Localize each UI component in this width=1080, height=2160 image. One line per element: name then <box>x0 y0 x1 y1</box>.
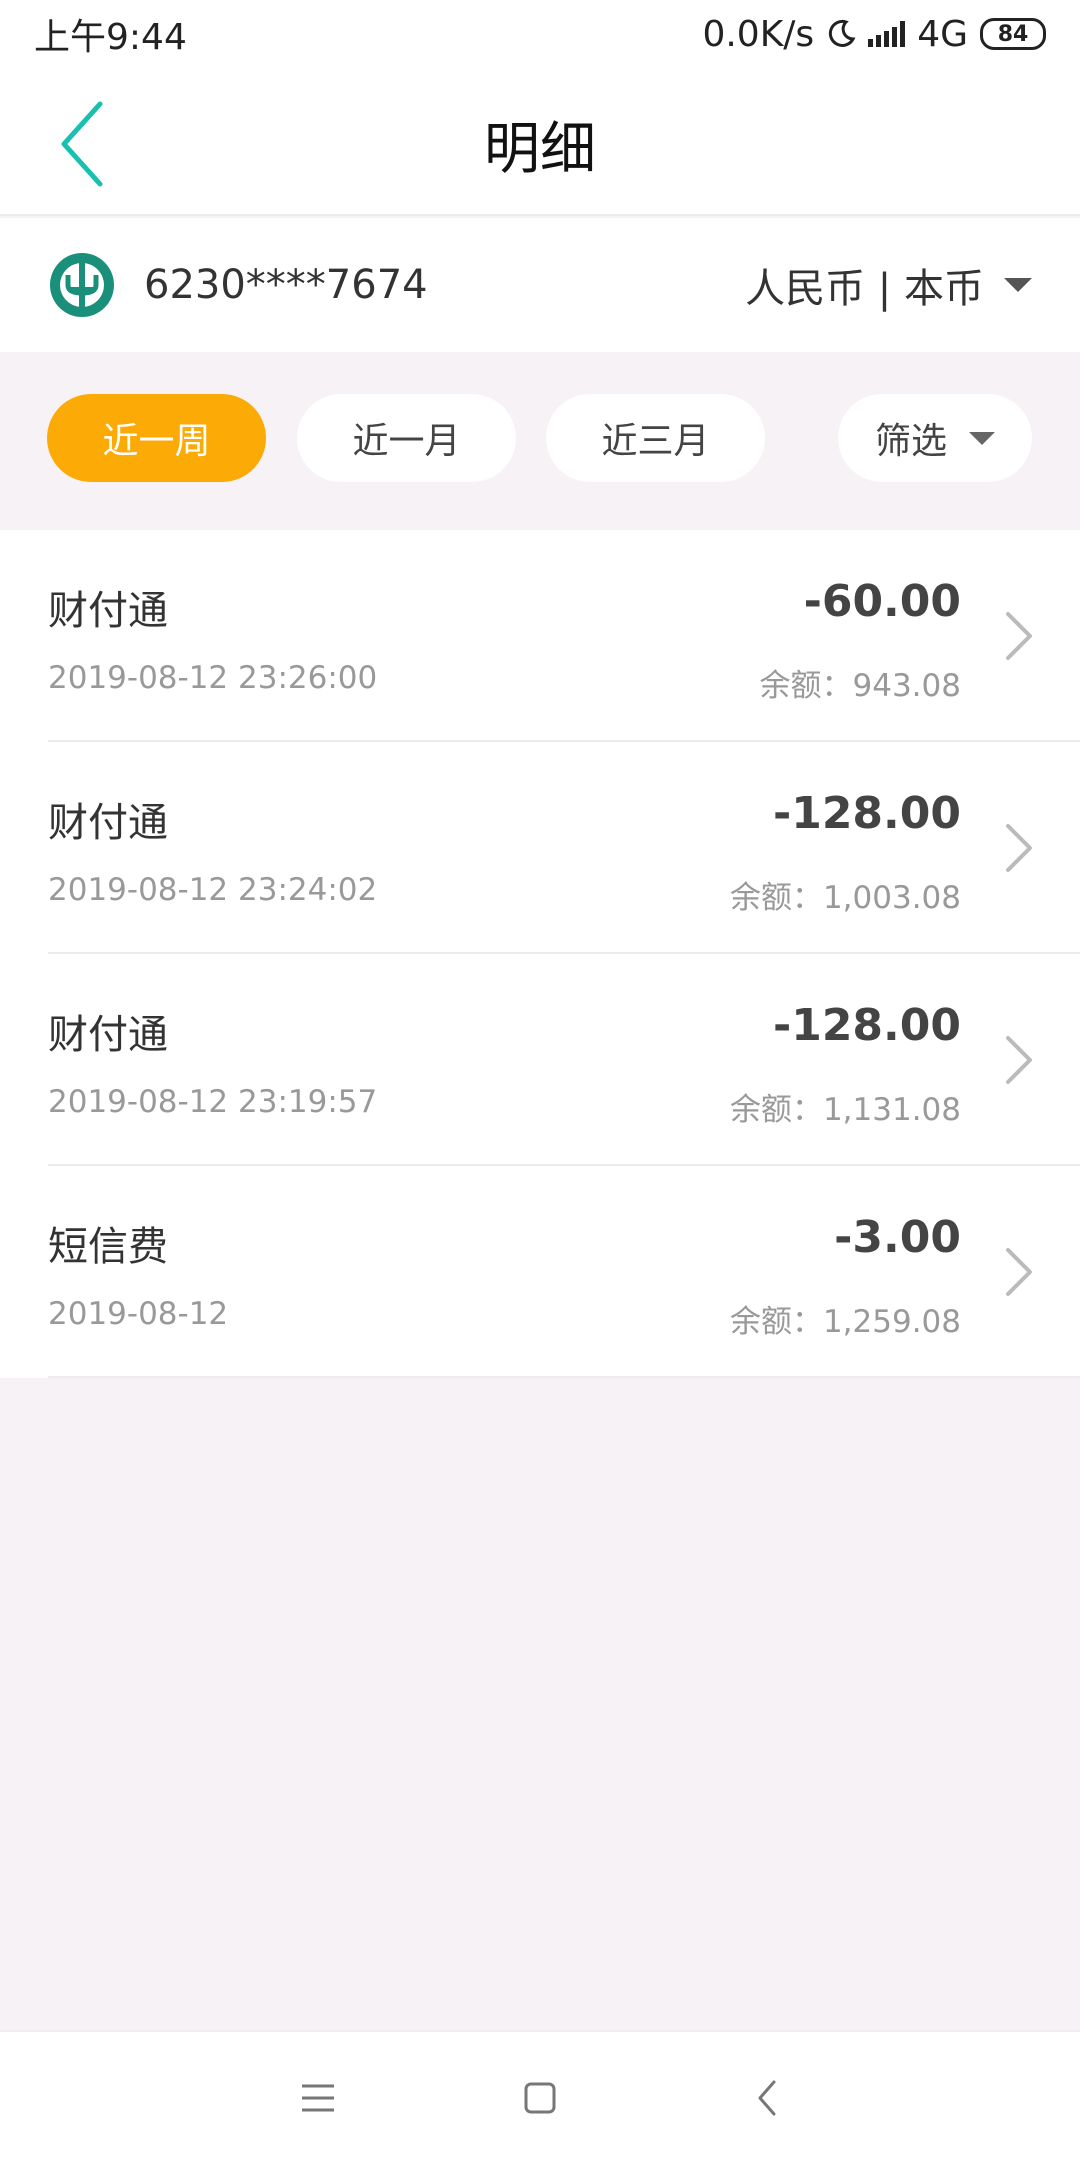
home-icon[interactable] <box>520 2078 560 2118</box>
battery-icon: 84 <box>980 18 1046 50</box>
account-bar: 6230****7674 人民币 | 本币 <box>0 218 1080 352</box>
filter-dropdown-button[interactable]: 筛选 <box>838 394 1032 482</box>
transaction-balance: 余额：1,003.08 <box>729 880 961 916</box>
transaction-time: 2019-08-12 <box>48 1296 229 1332</box>
currency-selector[interactable]: 人民币 | 本币 <box>745 256 1032 314</box>
filter-caret-icon <box>969 431 995 445</box>
page-title: 明细 <box>484 117 596 182</box>
dropdown-caret-icon <box>1004 278 1032 292</box>
transaction-amount: -60.00 <box>803 576 961 627</box>
network-speed: 0.0K/s <box>702 13 815 55</box>
transaction-time: 2019-08-12 23:26:00 <box>48 660 378 696</box>
battery-level: 84 <box>997 21 1029 47</box>
filter-month-button[interactable]: 近一月 <box>297 394 516 482</box>
currency-label: 人民币 | 本币 <box>745 266 984 312</box>
transaction-name: 财付通 <box>48 1012 168 1058</box>
menu-icon[interactable] <box>298 2078 338 2118</box>
bank-logo-icon <box>50 253 114 317</box>
account-number: 6230****7674 <box>144 262 428 308</box>
filter-month-label: 近一月 <box>352 421 461 462</box>
transaction-row[interactable]: 财付通 2019-08-12 23:19:57 -128.00 余额：1,131… <box>0 954 1080 1166</box>
chevron-right-icon <box>1006 824 1032 872</box>
system-nav-bar <box>0 2030 1080 2160</box>
network-type: 4G <box>917 13 968 55</box>
chevron-right-icon <box>1006 1248 1032 1296</box>
transaction-row[interactable]: 短信费 2019-08-12 -3.00 余额：1,259.08 <box>0 1166 1080 1378</box>
transaction-list: 财付通 2019-08-12 23:26:00 -60.00 余额：943.08… <box>0 530 1080 1378</box>
filter-three-months-button[interactable]: 近三月 <box>546 394 765 482</box>
transaction-time: 2019-08-12 23:24:02 <box>48 872 378 908</box>
status-indicators: 0.0K/s 4G 84 <box>702 14 1046 55</box>
transaction-name: 财付通 <box>48 588 168 634</box>
transaction-amount: -128.00 <box>772 788 961 839</box>
row-divider <box>48 1376 1080 1378</box>
transaction-balance: 余额：943.08 <box>759 668 961 704</box>
nav-bar: 明细 <box>0 68 1080 216</box>
transaction-time: 2019-08-12 23:19:57 <box>48 1084 378 1120</box>
chevron-right-icon <box>1006 1036 1032 1084</box>
filter-week-label: 近一周 <box>102 421 211 462</box>
signal-icon <box>868 21 906 47</box>
transaction-balance: 余额：1,259.08 <box>729 1304 961 1340</box>
system-back-icon[interactable] <box>748 2078 788 2118</box>
chevron-right-icon <box>1006 612 1032 660</box>
filter-three-months-label: 近三月 <box>601 421 710 462</box>
transaction-row[interactable]: 财付通 2019-08-12 23:26:00 -60.00 余额：943.08 <box>0 530 1080 742</box>
transaction-name: 财付通 <box>48 800 168 846</box>
transaction-row[interactable]: 财付通 2019-08-12 23:24:02 -128.00 余额：1,003… <box>0 742 1080 954</box>
filter-dropdown-label: 筛选 <box>874 421 947 462</box>
moon-icon <box>829 19 856 47</box>
status-time: 上午9:44 <box>34 17 187 58</box>
transaction-balance: 余额：1,131.08 <box>729 1092 961 1128</box>
filter-bar: 近一周 近一月 近三月 筛选 <box>0 352 1080 530</box>
status-bar: 上午9:44 0.0K/s 4G 84 <box>0 0 1080 68</box>
transaction-name: 短信费 <box>48 1224 168 1270</box>
transaction-amount: -3.00 <box>834 1212 961 1263</box>
transaction-amount: -128.00 <box>772 1000 961 1051</box>
filter-week-button[interactable]: 近一周 <box>47 394 266 482</box>
